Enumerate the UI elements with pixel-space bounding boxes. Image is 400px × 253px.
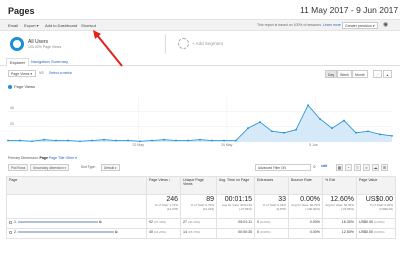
annotation-arrow [93, 30, 123, 67]
arrow-shaft [96, 34, 123, 67]
